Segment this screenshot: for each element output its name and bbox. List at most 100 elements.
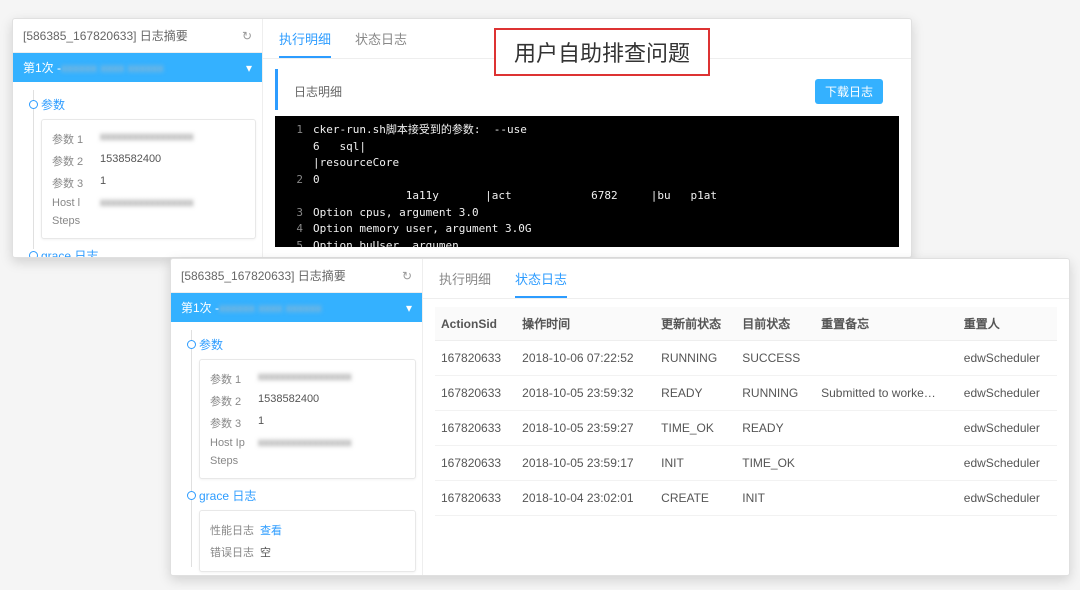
lower-tabs: 执行明细 状态日志 bbox=[423, 259, 1069, 299]
err-log-value: 空 bbox=[260, 544, 271, 560]
param-row: 参数 31 bbox=[210, 412, 405, 434]
table-cell: RUNNING bbox=[736, 376, 815, 411]
terminal-line: 3Option cpus, argument 3.0 bbox=[283, 205, 891, 222]
job-id: [586385_167820633] bbox=[23, 29, 136, 43]
lower-sidebar-header: [586385_167820633] 日志摘要 ↻ bbox=[171, 259, 422, 293]
lower-sidebar: [586385_167820633] 日志摘要 ↻ 第1次 - xxxxxx x… bbox=[171, 259, 423, 575]
tab-status-log[interactable]: 状态日志 bbox=[355, 29, 407, 58]
table-cell: SUCCESS bbox=[736, 341, 815, 376]
table-header: 目前状态 bbox=[736, 307, 815, 341]
table-cell: 167820633 bbox=[435, 446, 516, 481]
param-value: 1538582400 bbox=[100, 153, 161, 169]
table-cell: edwScheduler bbox=[958, 446, 1057, 481]
table-cell: READY bbox=[736, 411, 815, 446]
param-row: Host lxxxxxxxxxxxxxxxxx bbox=[52, 194, 245, 212]
param-value: 1 bbox=[100, 175, 106, 191]
param-key: 参数 1 bbox=[210, 371, 252, 387]
table-header: 重置备忘 bbox=[815, 307, 958, 341]
terminal-line: 4Option memory user, argument 3.0G bbox=[283, 221, 891, 238]
params-card: 参数 1xxxxxxxxxxxxxxxxx 参数 2 1538582400 参数 3 1… bbox=[41, 119, 256, 239]
table-cell: INIT bbox=[736, 481, 815, 516]
table-header: ActionSid bbox=[435, 307, 516, 341]
param-row: Steps bbox=[210, 452, 405, 470]
refresh-icon[interactable]: ↻ bbox=[242, 29, 252, 43]
section-params: 参数 bbox=[41, 96, 262, 113]
upper-sidebar-header: [586385_167820633] 日志摘要 ↻ bbox=[13, 19, 262, 53]
table-cell: Submitted to worke… bbox=[815, 376, 958, 411]
param-key: Steps bbox=[210, 455, 252, 467]
param-key: 参数 2 bbox=[52, 153, 94, 169]
table-header: 更新前状态 bbox=[655, 307, 736, 341]
table-cell bbox=[815, 481, 958, 516]
table-cell: 167820633 bbox=[435, 411, 516, 446]
param-value: xxxxxxxxxxxxxxxxx bbox=[100, 197, 194, 209]
download-log-button[interactable]: 下载日志 bbox=[815, 79, 883, 104]
param-row: 参数 1xxxxxxxxxxxxxxxxx bbox=[210, 368, 405, 390]
run-select-label: 第1次 - bbox=[23, 59, 61, 76]
job-summary-label: 日志摘要 bbox=[140, 27, 188, 44]
terminal-line: 1cker-run.sh脚本接受到的参数: --use bbox=[283, 122, 891, 139]
table-cell: 2018-10-04 23:02:01 bbox=[516, 481, 655, 516]
run-select[interactable]: 第1次 - xxxxxx xxxx xxxxxx ▾ bbox=[171, 293, 422, 322]
param-key: Steps bbox=[52, 215, 94, 227]
param-row: Steps bbox=[52, 212, 245, 230]
table-cell bbox=[815, 446, 958, 481]
upper-timeline: 参数 参数 1xxxxxxxxxxxxxxxxx参数 21538582400参数… bbox=[13, 82, 262, 257]
table-header: 重置人 bbox=[958, 307, 1057, 341]
tab-exec-detail[interactable]: 执行明细 bbox=[439, 269, 491, 298]
table-cell: 167820633 bbox=[435, 481, 516, 516]
param-key: Host Ip bbox=[210, 437, 252, 449]
param-key: 参数 3 bbox=[52, 175, 94, 191]
terminal-line: 5Option buUser, argumen bbox=[283, 238, 891, 248]
perf-log-link[interactable]: 查看 bbox=[260, 522, 282, 538]
param-row: 参数 3 1 bbox=[52, 172, 245, 194]
table-header: 操作时间 bbox=[516, 307, 655, 341]
tab-exec-detail[interactable]: 执行明细 bbox=[279, 29, 331, 58]
param-row: Host Ip xxxxxxxxxxxxxxxxx bbox=[210, 434, 405, 452]
table-cell: INIT bbox=[655, 446, 736, 481]
table-cell: edwScheduler bbox=[958, 341, 1057, 376]
run-select-label: 第1次 - bbox=[181, 299, 219, 316]
upper-panel: [586385_167820633] 日志摘要 ↻ 第1次 - xxxxxx x… bbox=[12, 18, 912, 258]
param-value: 1538582400 bbox=[258, 393, 319, 409]
table-cell: 2018-10-05 23:59:27 bbox=[516, 411, 655, 446]
chevron-down-icon: ▾ bbox=[406, 301, 412, 315]
param-row: 参数 1xxxxxxxxxxxxxxxxx bbox=[52, 128, 245, 150]
table-cell: edwScheduler bbox=[958, 411, 1057, 446]
lower-main: 执行明细 状态日志 ActionSid操作时间更新前状态目前状态重置备忘重置人 … bbox=[423, 259, 1069, 575]
table-row: 1678206332018-10-05 23:59:32READYRUNNING… bbox=[435, 376, 1057, 411]
terminal-line: 20 bbox=[283, 172, 891, 189]
table-cell: 2018-10-05 23:59:32 bbox=[516, 376, 655, 411]
chevron-down-icon: ▾ bbox=[246, 61, 252, 75]
param-row: 参数 2 1538582400 bbox=[52, 150, 245, 172]
table-cell: RUNNING bbox=[655, 341, 736, 376]
table-cell: CREATE bbox=[655, 481, 736, 516]
table-cell: READY bbox=[655, 376, 736, 411]
table-cell: TIME_OK bbox=[655, 411, 736, 446]
param-value: xxxxxxxxxxxxxxxxx bbox=[258, 437, 352, 449]
refresh-icon[interactable]: ↻ bbox=[402, 269, 412, 283]
tab-status-log[interactable]: 状态日志 bbox=[515, 269, 567, 298]
table-cell: 2018-10-05 23:59:17 bbox=[516, 446, 655, 481]
section-grace: grace 日志 bbox=[41, 247, 262, 257]
callout-box: 用户自助排查问题 bbox=[494, 28, 710, 76]
section-params: 参数 bbox=[199, 336, 422, 353]
table-cell bbox=[815, 341, 958, 376]
param-key: 参数 2 bbox=[210, 393, 252, 409]
table-row: 1678206332018-10-05 23:59:17INITTIME_OK e… bbox=[435, 446, 1057, 481]
grace-card: 性能日志查看 错误日志空 bbox=[199, 510, 416, 572]
param-value: xxxxxxxxxxxxxxxxx bbox=[100, 131, 194, 147]
terminal-line: |resourceCore bbox=[283, 155, 891, 172]
err-log-label: 错误日志 bbox=[210, 544, 254, 560]
table-row: 1678206332018-10-06 07:22:52RUNNINGSUCCE… bbox=[435, 341, 1057, 376]
table-cell: 167820633 bbox=[435, 376, 516, 411]
run-select[interactable]: 第1次 - xxxxxx xxxx xxxxxx ▾ bbox=[13, 53, 262, 82]
terminal-log[interactable]: 1cker-run.sh脚本接受到的参数: --use6 sql||resour… bbox=[275, 116, 899, 247]
table-cell: TIME_OK bbox=[736, 446, 815, 481]
job-summary-label: 日志摘要 bbox=[298, 267, 346, 284]
lower-panel: [586385_167820633] 日志摘要 ↻ 第1次 - xxxxxx x… bbox=[170, 258, 1070, 576]
param-row: 参数 2 1538582400 bbox=[210, 390, 405, 412]
table-row: 1678206332018-10-04 23:02:01CREATEINITed… bbox=[435, 481, 1057, 516]
table-cell: edwScheduler bbox=[958, 376, 1057, 411]
log-detail-title: 日志明细 bbox=[294, 83, 342, 100]
